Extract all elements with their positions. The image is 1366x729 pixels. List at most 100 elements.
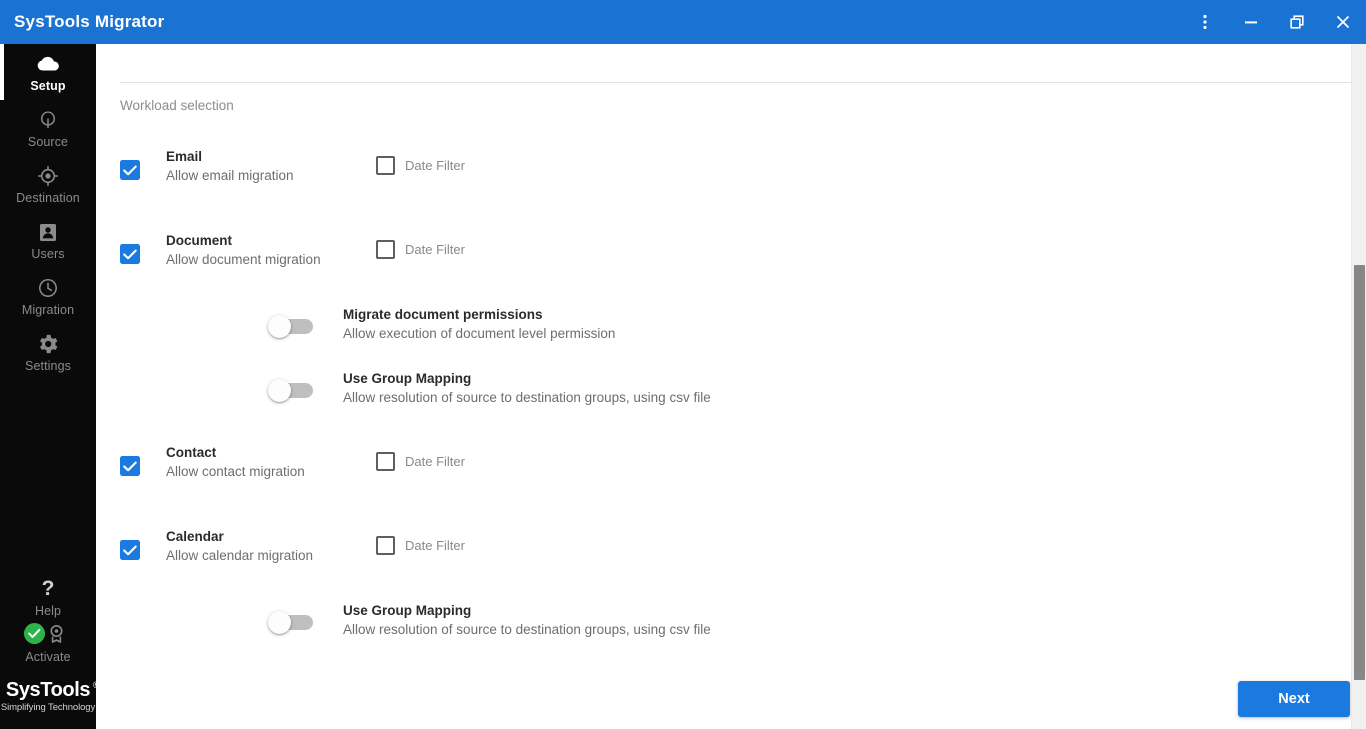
toggle-title-document-group-mapping: Use Group Mapping [343, 370, 711, 388]
workload-title-email: Email [166, 148, 376, 166]
toggle-row-calendar-group-mapping: Use Group Mapping Allow resolution of so… [268, 602, 711, 640]
scrollbar-thumb[interactable] [1354, 265, 1365, 680]
next-button[interactable]: Next [1238, 681, 1350, 717]
app-title: SysTools Migrator [14, 12, 164, 32]
toggle-subtitle-document-group-mapping: Allow resolution of source to destinatio… [343, 388, 711, 408]
workload-subtitle-email: Allow email migration [166, 166, 376, 186]
date-filter-email[interactable]: Date Filter [376, 156, 465, 175]
sidebar-item-source[interactable]: Source [0, 100, 96, 156]
content-divider [120, 82, 1352, 83]
sidebar-label-destination: Destination [16, 191, 80, 205]
main-content: Workload selection Email Allow email mig… [96, 44, 1366, 729]
workload-text-document: Document Allow document migration [166, 232, 376, 270]
application-window: SysTools Migrator [0, 0, 1366, 729]
sidebar-label-source: Source [28, 135, 68, 149]
label-date-filter-document: Date Filter [405, 242, 465, 257]
toggle-subtitle-migrate-document-permissions: Allow execution of document level permis… [343, 324, 615, 344]
restore-button[interactable] [1274, 0, 1320, 44]
checkbox-document[interactable] [120, 244, 140, 264]
sidebar-item-help[interactable]: ? Help [0, 574, 96, 620]
checkbox-email[interactable] [120, 160, 140, 180]
badge-icon [48, 624, 65, 649]
workload-row-contact: Contact Allow contact migration Date Fil… [120, 444, 465, 482]
toggle-knob [268, 315, 291, 338]
toggle-knob [268, 611, 291, 634]
sidebar-item-users[interactable]: Users [0, 212, 96, 268]
toggle-document-use-group-mapping[interactable] [268, 382, 313, 399]
workload-text-email: Email Allow email migration [166, 148, 376, 186]
activate-icon-group [18, 622, 78, 646]
sidebar-item-destination[interactable]: Destination [0, 156, 96, 212]
sidebar-label-activate: Activate [25, 650, 70, 664]
workload-text-contact: Contact Allow contact migration [166, 444, 376, 482]
minimize-icon [1244, 15, 1258, 29]
date-filter-document[interactable]: Date Filter [376, 240, 465, 259]
toggle-subtitle-calendar-group-mapping: Allow resolution of source to destinatio… [343, 620, 711, 640]
minimize-button[interactable] [1228, 0, 1274, 44]
sidebar-label-migration: Migration [22, 303, 74, 317]
logo-name: SysTools [6, 679, 90, 701]
workload-subtitle-document: Allow document migration [166, 250, 376, 270]
kebab-menu-icon [1203, 14, 1207, 30]
workload-title-calendar: Calendar [166, 528, 376, 546]
toggle-calendar-use-group-mapping[interactable] [268, 614, 313, 631]
section-label-workload-selection: Workload selection [120, 98, 234, 113]
workload-row-document: Document Allow document migration Date F… [120, 232, 465, 270]
checkbox-calendar[interactable] [120, 540, 140, 560]
title-bar: SysTools Migrator [0, 0, 1366, 44]
sidebar-label-setup: Setup [30, 79, 65, 93]
sidebar-item-settings[interactable]: Settings [0, 324, 96, 380]
gear-icon [38, 333, 58, 355]
target-icon [38, 165, 58, 187]
user-card-icon [39, 221, 57, 243]
sidebar-item-migration[interactable]: Migration [0, 268, 96, 324]
workload-text-calendar: Calendar Allow calendar migration [166, 528, 376, 566]
date-filter-contact[interactable]: Date Filter [376, 452, 465, 471]
sidebar-item-activate[interactable]: Activate [0, 620, 96, 674]
systools-logo: SysTools® Simplifying Technology [0, 674, 96, 729]
workload-title-contact: Contact [166, 444, 376, 462]
active-item-indicator [0, 44, 4, 100]
workload-row-calendar: Calendar Allow calendar migration Date F… [120, 528, 465, 566]
workload-subtitle-calendar: Allow calendar migration [166, 546, 376, 566]
clock-icon [38, 277, 58, 299]
question-mark-icon: ? [42, 578, 55, 600]
checkbox-date-filter-contact[interactable] [376, 452, 395, 471]
toggle-title-migrate-document-permissions: Migrate document permissions [343, 306, 615, 324]
toggle-row-migrate-document-permissions: Migrate document permissions Allow execu… [268, 306, 615, 344]
vertical-scrollbar[interactable] [1351, 44, 1366, 729]
sidebar-item-setup[interactable]: Setup [0, 44, 96, 100]
sidebar: Setup Source Destination [0, 44, 96, 729]
sidebar-bottom-section: ? Help [0, 574, 96, 729]
close-icon [1336, 15, 1350, 29]
menu-button[interactable] [1182, 0, 1228, 44]
checkbox-date-filter-document[interactable] [376, 240, 395, 259]
close-button[interactable] [1320, 0, 1366, 44]
green-check-icon [24, 623, 45, 644]
source-icon [38, 109, 58, 131]
workload-row-email: Email Allow email migration Date Filter [120, 148, 465, 186]
checkbox-contact[interactable] [120, 456, 140, 476]
label-date-filter-calendar: Date Filter [405, 538, 465, 553]
sidebar-label-users: Users [31, 247, 64, 261]
logo-wordmark: SysTools® [6, 680, 90, 701]
toggle-row-document-group-mapping: Use Group Mapping Allow resolution of so… [268, 370, 711, 408]
checkbox-date-filter-calendar[interactable] [376, 536, 395, 555]
sidebar-label-settings: Settings [25, 359, 71, 373]
workload-title-document: Document [166, 232, 376, 250]
toggle-text-document-group-mapping: Use Group Mapping Allow resolution of so… [343, 370, 711, 408]
sidebar-label-help: Help [35, 604, 61, 618]
toggle-text-calendar-group-mapping: Use Group Mapping Allow resolution of so… [343, 602, 711, 640]
label-date-filter-email: Date Filter [405, 158, 465, 173]
toggle-text-migrate-document-permissions: Migrate document permissions Allow execu… [343, 306, 615, 344]
label-date-filter-contact: Date Filter [405, 454, 465, 469]
workload-subtitle-contact: Allow contact migration [166, 462, 376, 482]
logo-tagline: Simplifying Technology [1, 702, 95, 713]
toggle-title-calendar-group-mapping: Use Group Mapping [343, 602, 711, 620]
checkbox-date-filter-email[interactable] [376, 156, 395, 175]
restore-icon [1290, 15, 1304, 29]
date-filter-calendar[interactable]: Date Filter [376, 536, 465, 555]
toggle-knob [268, 379, 291, 402]
toggle-migrate-document-permissions[interactable] [268, 318, 313, 335]
cloud-icon [36, 53, 60, 75]
